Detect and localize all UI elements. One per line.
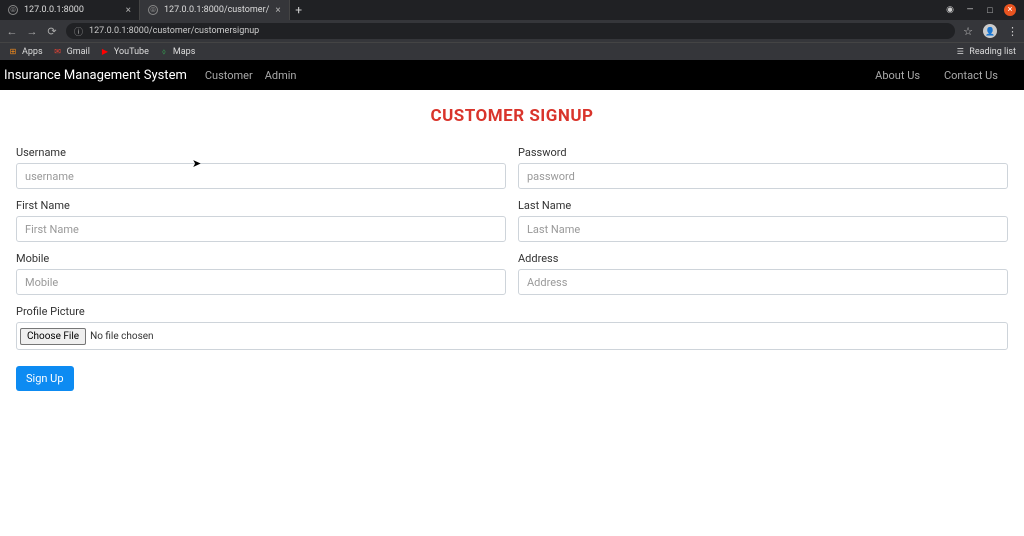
maps-icon: ⬨ [159, 47, 169, 57]
bookmark-maps[interactable]: ⬨ Maps [159, 47, 195, 57]
maximize-icon[interactable]: □ [984, 4, 996, 16]
window-controls: ◉ — □ × [944, 4, 1024, 16]
apps-icon: ⊞ [8, 47, 18, 57]
nav-customer[interactable]: Customer [205, 69, 253, 82]
record-icon[interactable]: ◉ [944, 4, 956, 16]
globe-icon: ⦾ [8, 5, 18, 15]
browser-tab-1[interactable]: ⦾ 127.0.0.1:8000 × [0, 0, 140, 20]
tab-bar: ⦾ 127.0.0.1:8000 × ⦾ 127.0.0.1:8000/cust… [0, 0, 1024, 20]
nav-about[interactable]: About Us [875, 69, 920, 82]
star-icon[interactable]: ☆ [963, 25, 973, 38]
close-icon[interactable]: × [126, 5, 131, 16]
globe-icon: ⦾ [148, 5, 158, 15]
last-name-label: Last Name [518, 199, 1008, 212]
reload-icon[interactable]: ⟳ [46, 25, 58, 38]
form-group-first-name: First Name [16, 199, 506, 242]
first-name-input[interactable] [16, 216, 506, 242]
file-status: No file chosen [90, 331, 154, 342]
choose-file-button[interactable]: Choose File [20, 328, 86, 345]
close-window-icon[interactable]: × [1004, 4, 1016, 16]
new-tab-button[interactable]: + [290, 3, 308, 17]
last-name-input[interactable] [518, 216, 1008, 242]
brand[interactable]: Insurance Management System [4, 68, 187, 83]
username-input[interactable] [16, 163, 506, 189]
password-label: Password [518, 146, 1008, 159]
mobile-input[interactable] [16, 269, 506, 295]
address-input[interactable] [518, 269, 1008, 295]
browser-tab-2[interactable]: ⦾ 127.0.0.1:8000/customer/ × [140, 0, 290, 20]
url-text: 127.0.0.1:8000/customer/customersignup [89, 26, 259, 36]
form-group-profile-pic: Profile Picture Choose File No file chos… [16, 305, 1008, 350]
back-icon[interactable]: ← [6, 25, 18, 38]
bookmark-apps[interactable]: ⊞ Apps [8, 47, 43, 57]
site-info-icon[interactable]: ⓘ [74, 25, 83, 38]
tab-title: 127.0.0.1:8000/customer/ [164, 5, 269, 15]
bookmark-gmail[interactable]: ✉ Gmail [53, 47, 90, 57]
youtube-icon: ▶ [100, 47, 110, 57]
signup-button[interactable]: Sign Up [16, 366, 74, 391]
nav-admin[interactable]: Admin [265, 69, 297, 82]
mobile-label: Mobile [16, 252, 506, 265]
app-navbar: Insurance Management System Customer Adm… [0, 60, 1024, 90]
content: CUSTOMER SIGNUP Username Password First … [0, 90, 1024, 401]
profile-pic-label: Profile Picture [16, 305, 1008, 318]
username-label: Username [16, 146, 506, 159]
file-input-wrap[interactable]: Choose File No file chosen [16, 322, 1008, 350]
form-group-address: Address [518, 252, 1008, 295]
bookmark-youtube[interactable]: ▶ YouTube [100, 47, 149, 57]
menu-icon[interactable]: ⋮ [1007, 25, 1018, 38]
page-title: CUSTOMER SIGNUP [16, 106, 1008, 126]
minimize-icon[interactable]: — [964, 4, 976, 16]
form-group-last-name: Last Name [518, 199, 1008, 242]
form-group-password: Password [518, 146, 1008, 189]
gmail-icon: ✉ [53, 47, 63, 57]
form-group-username: Username [16, 146, 506, 189]
bookmarks-bar: ⊞ Apps ✉ Gmail ▶ YouTube ⬨ Maps ☰ Readin… [0, 42, 1024, 60]
close-icon[interactable]: × [275, 5, 280, 16]
url-input[interactable]: ⓘ 127.0.0.1:8000/customer/customersignup [66, 23, 955, 39]
tab-title: 127.0.0.1:8000 [24, 5, 84, 15]
reading-list-icon: ☰ [955, 47, 965, 57]
toolbar-right: ☆ 👤 ⋮ [963, 24, 1018, 38]
browser-chrome: ⦾ 127.0.0.1:8000 × ⦾ 127.0.0.1:8000/cust… [0, 0, 1024, 60]
address-label: Address [518, 252, 1008, 265]
first-name-label: First Name [16, 199, 506, 212]
reading-list[interactable]: ☰ Reading list [955, 47, 1016, 57]
address-bar: ← → ⟳ ⓘ 127.0.0.1:8000/customer/customer… [0, 20, 1024, 42]
password-input[interactable] [518, 163, 1008, 189]
profile-avatar-icon[interactable]: 👤 [983, 24, 997, 38]
form-group-mobile: Mobile [16, 252, 506, 295]
nav-contact[interactable]: Contact Us [944, 69, 998, 82]
forward-icon[interactable]: → [26, 25, 38, 38]
